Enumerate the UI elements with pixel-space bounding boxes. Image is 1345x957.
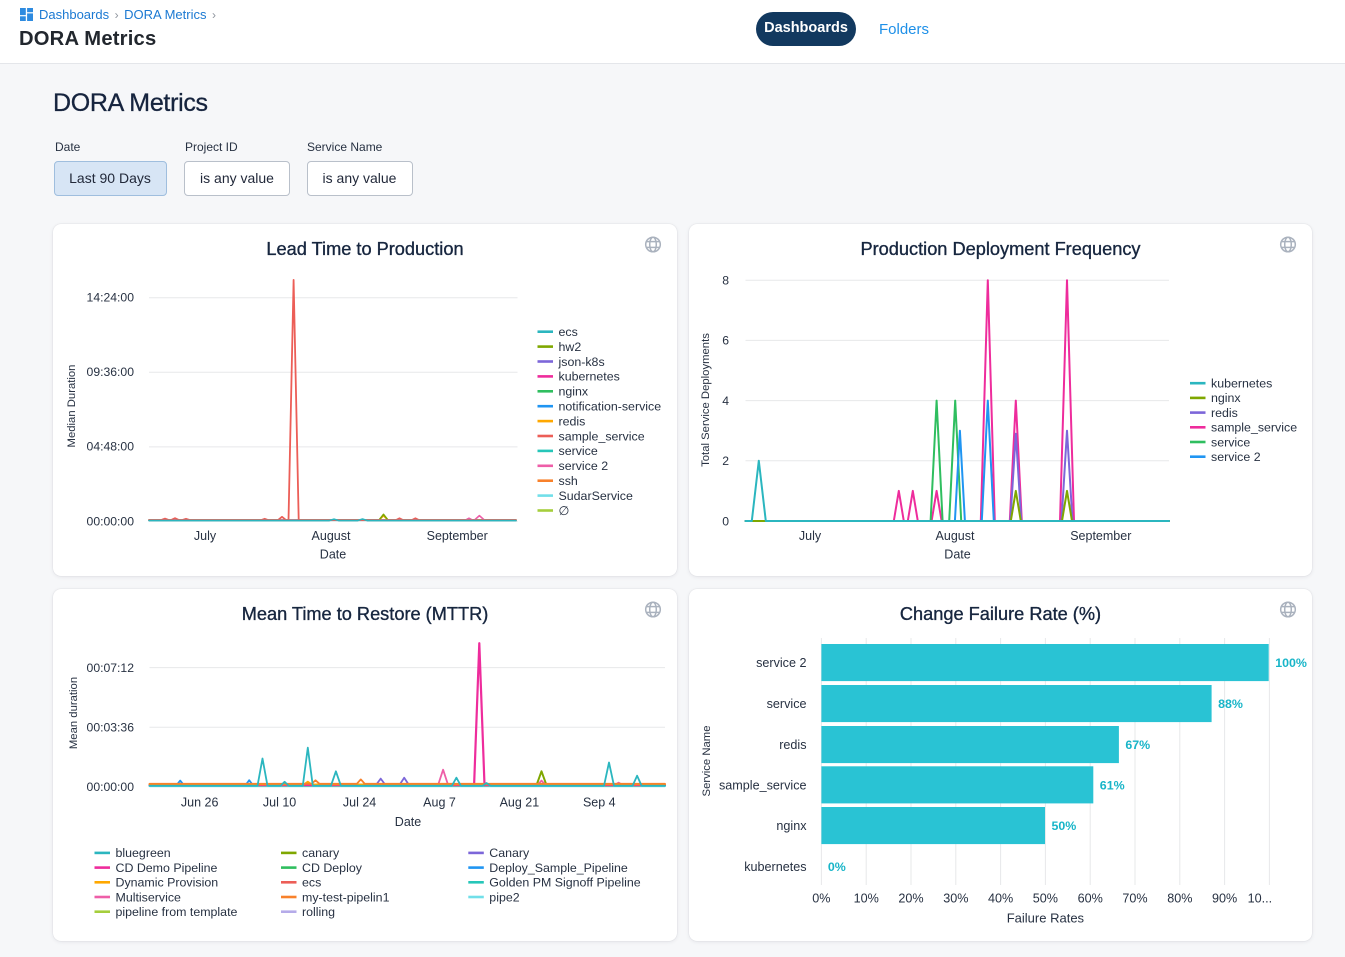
svg-text:Change Failure Rate (%): Change Failure Rate (%) xyxy=(900,604,1101,624)
svg-text:service 2: service 2 xyxy=(1211,450,1261,464)
svg-text:notification-service: notification-service xyxy=(559,400,662,414)
svg-text:Production Deployment Frequenc: Production Deployment Frequency xyxy=(860,239,1141,259)
svg-text:6: 6 xyxy=(722,334,729,348)
svg-text:Deploy_Sample_Pipeline: Deploy_Sample_Pipeline xyxy=(489,861,628,875)
svg-text:service 2: service 2 xyxy=(756,656,806,670)
svg-text:nginx: nginx xyxy=(776,819,807,833)
svg-text:redis: redis xyxy=(559,414,586,428)
svg-text:Aug 7: Aug 7 xyxy=(423,796,456,810)
svg-text:00:03:36: 00:03:36 xyxy=(87,721,135,735)
svg-text:Golden PM Signoff Pipeline: Golden PM Signoff Pipeline xyxy=(489,876,640,890)
svg-text:rolling: rolling xyxy=(302,905,335,919)
svg-text:CD Deploy: CD Deploy xyxy=(302,861,363,875)
svg-text:SudarService: SudarService xyxy=(559,489,633,503)
svg-text:Date: Date xyxy=(395,815,421,829)
svg-text:redis: redis xyxy=(1211,406,1238,420)
svg-text:09:36:00: 09:36:00 xyxy=(87,365,135,379)
svg-text:Multiservice: Multiservice xyxy=(116,890,182,904)
svg-text:80%: 80% xyxy=(1167,892,1192,906)
svg-text:∅: ∅ xyxy=(559,504,570,518)
svg-text:00:00:00: 00:00:00 xyxy=(87,780,135,794)
svg-text:canary: canary xyxy=(302,846,340,860)
svg-text:Total Service Deployments: Total Service Deployments xyxy=(700,333,712,467)
svg-text:ssh: ssh xyxy=(559,474,578,488)
svg-text:my-test-pipelin1: my-test-pipelin1 xyxy=(302,890,390,904)
svg-text:service: service xyxy=(767,697,807,711)
svg-text:sample_service: sample_service xyxy=(719,778,807,792)
svg-text:Jul 10: Jul 10 xyxy=(263,796,296,810)
svg-text:Mean duration: Mean duration xyxy=(68,677,80,749)
svg-text:bluegreen: bluegreen xyxy=(116,846,171,860)
svg-text:redis: redis xyxy=(779,738,806,752)
svg-text:Aug 21: Aug 21 xyxy=(500,796,540,810)
svg-text:Lead Time to Production: Lead Time to Production xyxy=(266,239,463,259)
svg-text:4: 4 xyxy=(722,394,729,408)
svg-text:61%: 61% xyxy=(1100,778,1125,792)
svg-text:Jul 24: Jul 24 xyxy=(343,796,376,810)
svg-text:Service Name: Service Name xyxy=(701,726,713,797)
svg-text:August: August xyxy=(312,529,351,543)
svg-text:90%: 90% xyxy=(1212,892,1237,906)
svg-text:0%: 0% xyxy=(812,892,830,906)
svg-text:8: 8 xyxy=(722,274,729,288)
svg-text:sample_service: sample_service xyxy=(1211,421,1297,435)
svg-text:00:07:12: 00:07:12 xyxy=(87,661,135,675)
svg-text:September: September xyxy=(1070,529,1131,543)
svg-text:00:00:00: 00:00:00 xyxy=(87,514,135,528)
svg-text:kubernetes: kubernetes xyxy=(744,860,806,874)
svg-text:2: 2 xyxy=(722,454,729,468)
svg-text:40%: 40% xyxy=(988,892,1013,906)
svg-text:0%: 0% xyxy=(828,860,846,874)
svg-text:pipe2: pipe2 xyxy=(489,890,519,904)
svg-text:September: September xyxy=(427,529,488,543)
svg-text:kubernetes: kubernetes xyxy=(1211,377,1272,391)
svg-text:CD Demo Pipeline: CD Demo Pipeline xyxy=(116,861,218,875)
svg-text:88%: 88% xyxy=(1218,697,1243,711)
svg-text:20%: 20% xyxy=(898,892,923,906)
svg-text:August: August xyxy=(936,529,975,543)
svg-text:Failure Rates: Failure Rates xyxy=(1007,911,1085,926)
svg-text:ecs: ecs xyxy=(559,325,578,339)
svg-text:Sep 4: Sep 4 xyxy=(583,796,616,810)
svg-text:50%: 50% xyxy=(1033,892,1058,906)
svg-text:10%: 10% xyxy=(854,892,879,906)
svg-text:04:48:00: 04:48:00 xyxy=(87,440,135,454)
svg-text:30%: 30% xyxy=(943,892,968,906)
svg-text:service: service xyxy=(559,444,598,458)
svg-text:Date: Date xyxy=(944,548,970,562)
svg-text:service: service xyxy=(1211,435,1250,449)
svg-text:ecs: ecs xyxy=(302,876,321,890)
svg-text:100%: 100% xyxy=(1275,656,1307,670)
svg-text:Canary: Canary xyxy=(489,846,530,860)
svg-text:hw2: hw2 xyxy=(559,340,582,354)
svg-text:pipeline from template: pipeline from template xyxy=(116,905,238,919)
svg-text:json-k8s: json-k8s xyxy=(558,355,605,369)
svg-text:14:24:00: 14:24:00 xyxy=(87,291,135,305)
svg-text:70%: 70% xyxy=(1122,892,1147,906)
svg-text:Date: Date xyxy=(320,548,346,562)
svg-text:nginx: nginx xyxy=(1211,391,1241,405)
svg-text:0: 0 xyxy=(722,514,729,528)
svg-text:Mean Time to Restore (MTTR): Mean Time to Restore (MTTR) xyxy=(242,604,489,624)
svg-text:service 2: service 2 xyxy=(559,459,609,473)
svg-text:Jun 26: Jun 26 xyxy=(181,796,219,810)
svg-text:July: July xyxy=(799,529,822,543)
svg-text:July: July xyxy=(194,529,217,543)
svg-text:Dynamic Provision: Dynamic Provision xyxy=(116,876,219,890)
svg-text:Median Duration: Median Duration xyxy=(66,365,78,448)
svg-text:50%: 50% xyxy=(1052,819,1077,833)
svg-text:sample_service: sample_service xyxy=(559,429,645,443)
svg-text:nginx: nginx xyxy=(559,385,589,399)
svg-text:67%: 67% xyxy=(1125,738,1150,752)
svg-text:kubernetes: kubernetes xyxy=(559,370,620,384)
svg-text:60%: 60% xyxy=(1078,892,1103,906)
svg-text:10...: 10... xyxy=(1248,892,1273,906)
